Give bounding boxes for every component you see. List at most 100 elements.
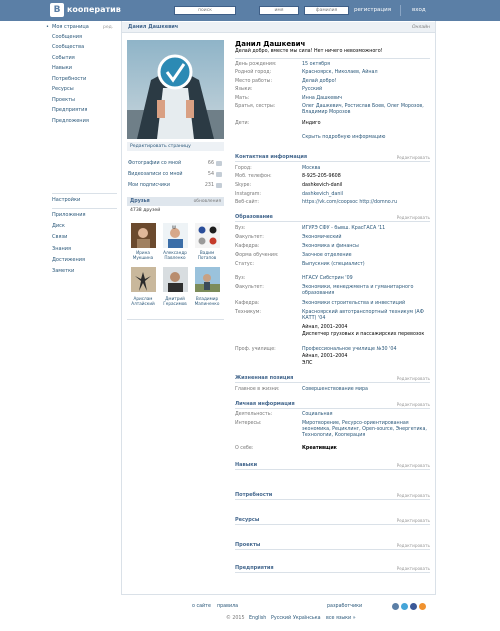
menu-resources[interactable]: Ресурсы [52, 86, 74, 93]
friend-avatar[interactable] [195, 223, 220, 248]
footer-rules-link[interactable]: правила [217, 603, 238, 610]
ok-share-icon[interactable] [419, 603, 426, 610]
menu-settings[interactable]: Настройки [52, 197, 80, 204]
footer-about-link[interactable]: о сайте [192, 603, 211, 610]
workplace-value[interactable]: Делай добро! [302, 79, 430, 85]
needs-edit-link[interactable]: Редактировать [380, 492, 430, 499]
vocational-value[interactable]: Профессиональное училище №30 '04 [302, 347, 430, 353]
friend-avatar[interactable] [131, 223, 156, 248]
friends-updates-link[interactable]: обновления [170, 198, 221, 205]
lang-ukrainian[interactable]: Українська [293, 615, 321, 622]
lang-russian[interactable]: Русский [271, 615, 291, 622]
college-value[interactable]: Красноярский автотранспортный техникум (… [302, 310, 430, 322]
menu-messages[interactable]: Сообщения [52, 34, 82, 41]
twitter-share-icon[interactable] [401, 603, 408, 610]
section-divider [235, 408, 430, 409]
hometown-value[interactable]: Красноярск, Николаев, Айнал [302, 70, 430, 76]
menu-events[interactable]: События [52, 55, 75, 62]
menu-apps[interactable]: Приложения [52, 212, 86, 219]
subscribers-row[interactable]: Мои подписчики 231 [128, 182, 222, 190]
facebook-share-icon[interactable] [410, 603, 417, 610]
city-value[interactable]: Москва [302, 166, 430, 172]
faculty-value[interactable]: Экономический [302, 235, 430, 241]
register-link[interactable]: регистрация [354, 6, 391, 15]
personal-edit-link[interactable]: Редактировать [380, 401, 430, 408]
enterprises-section-title[interactable]: Предприятия [235, 565, 274, 572]
menu-needs[interactable]: Потребности [52, 76, 86, 83]
main-in-life-value[interactable]: Совершенствование мира [302, 387, 430, 393]
photo-icon [216, 161, 222, 166]
last-name-field[interactable]: фамилия [304, 6, 349, 15]
section-divider [235, 469, 430, 470]
siblings-value[interactable]: Олег Дашкевич, Ростислав Боев, Олег Моро… [302, 104, 430, 116]
friend-avatar[interactable] [131, 267, 156, 292]
resources-section-title[interactable]: Ресурсы [235, 517, 259, 524]
videos-with-me-row[interactable]: Видеозаписи со мной 54 [128, 171, 222, 179]
friend-name[interactable]: Дмитрий Герасимов [158, 296, 192, 306]
hide-details-link[interactable]: Скрыть подробную информацию [302, 135, 385, 141]
friend-avatar[interactable] [195, 267, 220, 292]
university-value[interactable]: ИГУРЭ СФУ - бывш. КрасГАСА '11 [302, 226, 430, 232]
interests-value[interactable]: Миротворение, Ресурсо-ориентированная эк… [302, 421, 430, 439]
main-in-life-label: Главное в жизни: [235, 387, 280, 392]
all-languages-link[interactable]: все языки » [326, 615, 356, 622]
skills-edit-link[interactable]: Редактировать [380, 462, 430, 469]
menu-enterprises[interactable]: Предприятия [52, 107, 87, 114]
mother-value[interactable]: Инна Дашкевич [302, 96, 430, 102]
contacts-edit-link[interactable]: Редактировать [380, 154, 430, 161]
vk-logo-icon[interactable]: B [50, 3, 64, 17]
friend-name[interactable]: Ирина Мукшина [126, 250, 160, 260]
menu-edit-link[interactable]: ред. [103, 24, 113, 31]
friends-title[interactable]: Друзья [130, 198, 150, 205]
faculty2-value[interactable]: Экономики, менеджмента и гуманитарного о… [302, 285, 430, 297]
brand-name[interactable]: кооператив [67, 5, 121, 14]
life-position-edit-link[interactable]: Редактировать [380, 375, 430, 382]
login-link[interactable]: вход [412, 6, 426, 15]
friend-name[interactable]: Александр Павленко [158, 250, 192, 260]
photos-with-me-row[interactable]: Фотографии со мной 66 [128, 160, 222, 168]
friend-avatar[interactable]: W [163, 223, 188, 248]
first-name-field[interactable]: имя [259, 6, 299, 15]
study-form-value[interactable]: Заочное отделение [302, 253, 430, 259]
menu-connections[interactable]: Связи [52, 234, 67, 241]
menu-disk[interactable]: Диск [52, 223, 65, 230]
friend-name[interactable]: Вадим Потапов [190, 250, 224, 260]
menu-communities[interactable]: Сообщества [52, 44, 84, 51]
languages-value[interactable]: Русский [302, 87, 430, 93]
edit-page-button[interactable]: Редактировать страницу [130, 143, 191, 150]
menu-knowledge[interactable]: Знания [52, 246, 71, 253]
activity-value[interactable]: Социальная [302, 412, 430, 418]
department-value[interactable]: Экономика и финансы [302, 244, 430, 250]
birthday-value[interactable]: 15 октября [302, 62, 430, 68]
head-divider [235, 58, 430, 59]
friend-avatar[interactable] [163, 267, 188, 292]
enterprises-edit-link[interactable]: Редактировать [380, 565, 430, 572]
department2-value[interactable]: Экономики строительства и инвестиций [302, 301, 430, 307]
education-edit-link[interactable]: Редактировать [380, 214, 430, 221]
status-value[interactable]: Выпускник (специалист) [302, 262, 430, 268]
projects-edit-link[interactable]: Редактировать [380, 542, 430, 549]
profile-status[interactable]: Делай добро, вместе мы сила! Нет ничего … [235, 49, 383, 55]
instagram-value[interactable]: dashkevich_danil [302, 192, 430, 198]
resources-edit-link[interactable]: Редактировать [380, 517, 430, 524]
needs-section-title[interactable]: Потребности [235, 492, 272, 499]
children-label: Дети: [235, 121, 250, 126]
menu-projects[interactable]: Проекты [52, 97, 75, 104]
lang-english[interactable]: English [249, 615, 266, 622]
menu-my-page[interactable]: Моя страница [52, 24, 89, 31]
menu-skills[interactable]: Навыки [52, 65, 72, 72]
vk-share-icon[interactable] [392, 603, 399, 610]
website-value[interactable]: https://vk.com/coopsoc http://domno.ru [302, 200, 430, 206]
footer-developers-link[interactable]: разработчики [327, 603, 362, 610]
menu-offers[interactable]: Предложения [52, 118, 89, 125]
skills-section-title[interactable]: Навыки [235, 462, 257, 469]
friend-name[interactable]: Арислам Алтайский [126, 296, 160, 306]
projects-section-title[interactable]: Проекты [235, 542, 260, 549]
friend-name[interactable]: Владимир Мапиненко [190, 296, 224, 306]
university2-value[interactable]: НГАСУ Сибстрин '09 [302, 276, 430, 282]
avatar[interactable] [127, 40, 224, 139]
menu-notes[interactable]: Заметки [52, 268, 74, 275]
menu-achievements[interactable]: Достижения [52, 257, 85, 264]
search-input[interactable]: поиск [174, 6, 236, 15]
about-value: Креативщик [302, 446, 337, 451]
